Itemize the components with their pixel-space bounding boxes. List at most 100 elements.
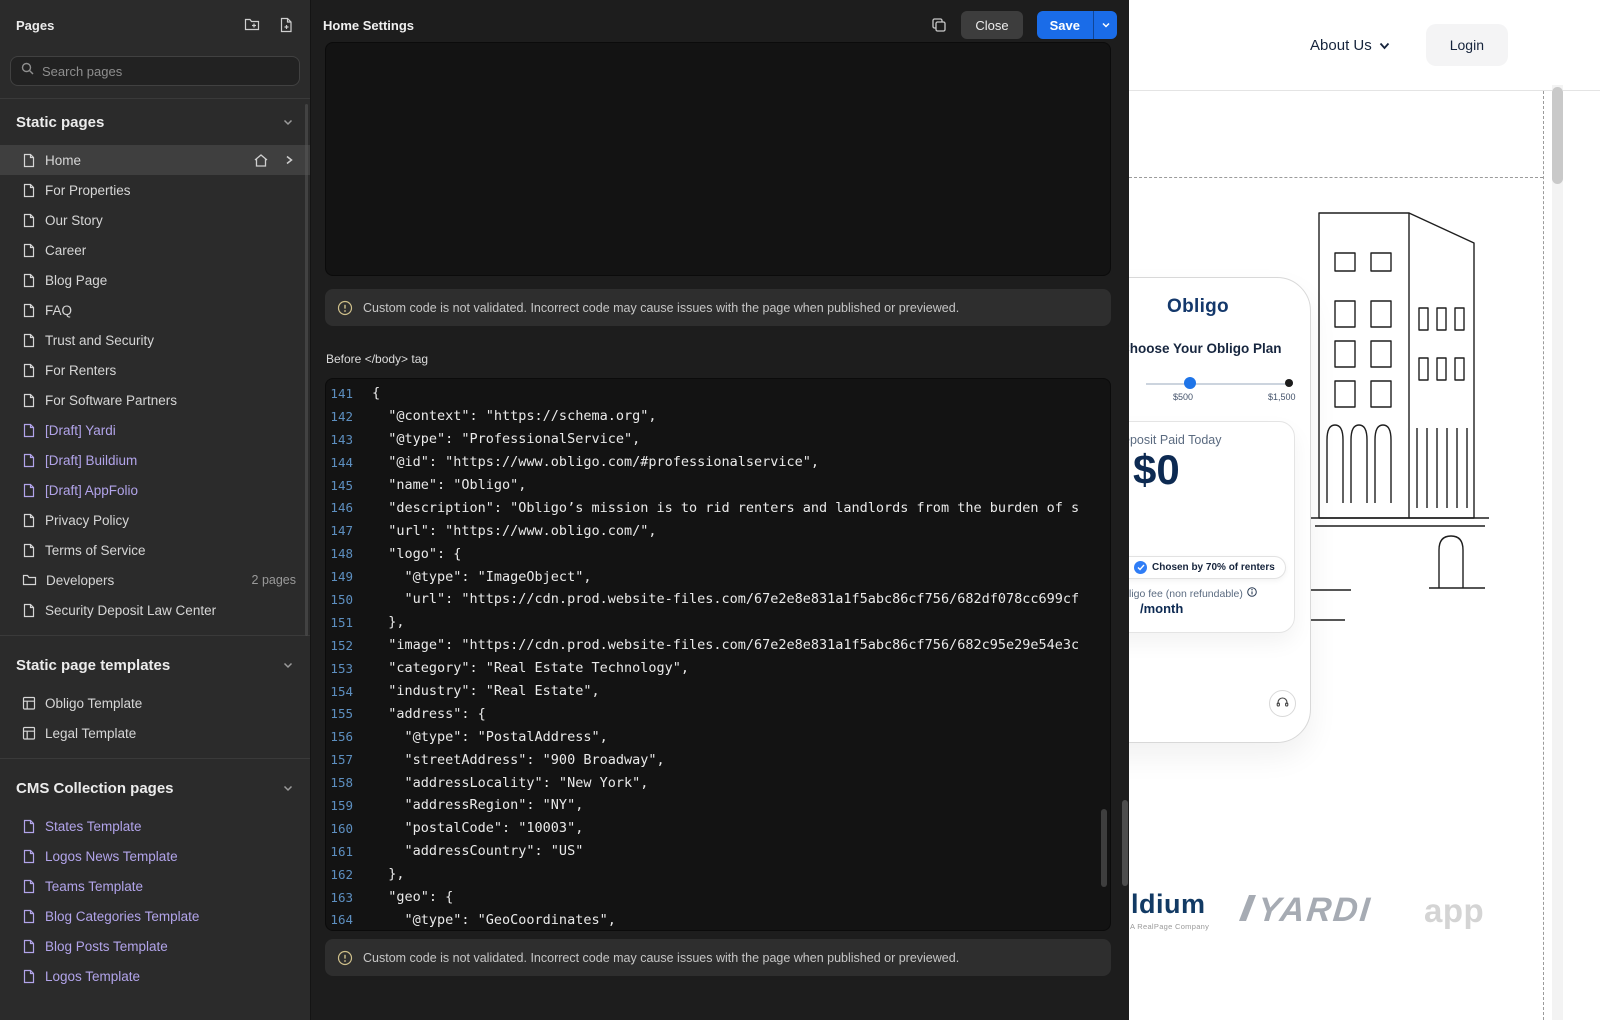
line-text: "url": "https://www.obligo.com/", bbox=[353, 523, 656, 539]
section-guide-vertical bbox=[1543, 91, 1544, 1020]
line-text: "@id": "https://www.obligo.com/#professi… bbox=[353, 454, 819, 470]
section-header-cms-collection-pages[interactable]: CMS Collection pages bbox=[0, 765, 310, 811]
sidebar-item-trust-and-security[interactable]: Trust and Security bbox=[0, 325, 310, 355]
sidebar-item-developers[interactable]: Developers2 pages bbox=[0, 565, 310, 595]
sidebar-item-faq[interactable]: FAQ bbox=[0, 295, 310, 325]
sidebar-item-states-template[interactable]: States Template bbox=[0, 811, 310, 841]
line-text: "@type": "ImageObject", bbox=[353, 569, 591, 585]
fee-line: Obligo fee (non refundable) bbox=[1129, 587, 1257, 600]
sidebar-item-blog-categories-template[interactable]: Blog Categories Template bbox=[0, 901, 310, 931]
sidebar-item-obligo-template[interactable]: Obligo Template bbox=[0, 688, 310, 718]
section-header-static-page-templates[interactable]: Static page templates bbox=[0, 642, 310, 688]
sidebar-item-for-properties[interactable]: For Properties bbox=[0, 175, 310, 205]
line-number: 146 bbox=[326, 500, 353, 515]
search-pages-box[interactable] bbox=[10, 56, 300, 86]
page-label: Trust and Security bbox=[45, 333, 154, 348]
plan-slider-handle[interactable] bbox=[1184, 377, 1196, 389]
home-settings-panel: Home Settings Close Save Custom code is bbox=[311, 0, 1129, 1020]
page-label: Our Story bbox=[45, 213, 103, 228]
sidebar-item-security-deposit-law-center[interactable]: Security Deposit Law Center bbox=[0, 595, 310, 625]
info-icon[interactable] bbox=[1247, 587, 1257, 600]
page-icon bbox=[22, 879, 36, 894]
sidebar-item-logos-news-template[interactable]: Logos News Template bbox=[0, 841, 310, 871]
building-illustration bbox=[1289, 198, 1509, 638]
yardi-slash-icon bbox=[1239, 895, 1256, 926]
page-icon bbox=[22, 213, 36, 228]
sidebar-item-teams-template[interactable]: Teams Template bbox=[0, 871, 310, 901]
line-number: 161 bbox=[326, 844, 353, 859]
new-folder-icon[interactable] bbox=[244, 17, 261, 33]
head-code-editor[interactable] bbox=[325, 42, 1111, 276]
line-text: "image": "https://cdn.prod.website-files… bbox=[353, 637, 1079, 653]
page-label: Blog Page bbox=[45, 273, 107, 288]
line-text: "industry": "Real Estate", bbox=[353, 683, 600, 699]
yardi-label: YARDI bbox=[1256, 891, 1373, 930]
sidebar-scrollbar[interactable] bbox=[305, 104, 308, 636]
page-label: Teams Template bbox=[45, 879, 143, 894]
line-text: }, bbox=[353, 866, 405, 882]
line-text: "logo": { bbox=[353, 546, 461, 562]
sidebar-item-for-renters[interactable]: For Renters bbox=[0, 355, 310, 385]
save-button-group: Save bbox=[1037, 11, 1117, 39]
page-label: Blog Posts Template bbox=[45, 939, 168, 954]
page-icon bbox=[22, 603, 36, 618]
line-number: 144 bbox=[326, 455, 353, 470]
editor-scrollbar[interactable] bbox=[1101, 809, 1107, 887]
plan-slider-track[interactable] bbox=[1146, 383, 1293, 385]
page-label: Logos Template bbox=[45, 969, 140, 984]
home-icon[interactable] bbox=[253, 153, 269, 168]
sidebar-item-blog-posts-template[interactable]: Blog Posts Template bbox=[0, 931, 310, 961]
line-number: 143 bbox=[326, 432, 353, 447]
page-label: Privacy Policy bbox=[45, 513, 129, 528]
body-code-editor[interactable]: 141{142 "@context": "https://schema.org"… bbox=[325, 378, 1111, 931]
support-button[interactable] bbox=[1269, 690, 1296, 717]
sidebar-item-terms-of-service[interactable]: Terms of Service bbox=[0, 535, 310, 565]
code-line: 151 }, bbox=[326, 611, 1110, 634]
sidebar-item-logos-template[interactable]: Logos Template bbox=[0, 961, 310, 991]
sidebar-item-blog-page[interactable]: Blog Page bbox=[0, 265, 310, 295]
login-button[interactable]: Login bbox=[1426, 24, 1508, 66]
page-icon bbox=[22, 273, 36, 288]
sidebar-item-draft-buildium[interactable]: [Draft] Buildium bbox=[0, 445, 310, 475]
code-line: 161 "addressCountry": "US" bbox=[326, 840, 1110, 863]
section-header-static-pages[interactable]: Static pages bbox=[0, 99, 310, 145]
code-line: 148 "logo": { bbox=[326, 542, 1110, 565]
search-pages-input[interactable] bbox=[42, 64, 289, 79]
line-text: "addressRegion": "NY", bbox=[353, 797, 583, 813]
line-number: 152 bbox=[326, 638, 353, 653]
code-line: 154 "industry": "Real Estate", bbox=[326, 680, 1110, 703]
code-line: 144 "@id": "https://www.obligo.com/#prof… bbox=[326, 451, 1110, 474]
line-text: "@context": "https://schema.org", bbox=[353, 408, 656, 424]
chevron-right-icon[interactable] bbox=[282, 153, 296, 167]
page-scrollbar-thumb[interactable] bbox=[1552, 87, 1563, 184]
code-line: 160 "postalCode": "10003", bbox=[326, 817, 1110, 840]
page-scrollbar-track[interactable] bbox=[1552, 85, 1563, 1020]
sidebar-item-legal-template[interactable]: Legal Template bbox=[0, 718, 310, 748]
close-button[interactable]: Close bbox=[961, 11, 1022, 39]
code-line: 142 "@context": "https://schema.org", bbox=[326, 405, 1110, 428]
slider-min-label: $500 bbox=[1173, 392, 1193, 402]
sidebar-item-career[interactable]: Career bbox=[0, 235, 310, 265]
pages-list: Static pagesHomeFor Properties Our Story C… bbox=[0, 98, 310, 1020]
sidebar-item-draft-yardi[interactable]: [Draft] Yardi bbox=[0, 415, 310, 445]
new-page-icon[interactable] bbox=[279, 17, 294, 33]
code-line: 146 "description": "Obligo’s mission is … bbox=[326, 496, 1110, 519]
page-icon bbox=[22, 393, 36, 408]
sidebar-item-privacy-policy[interactable]: Privacy Policy bbox=[0, 505, 310, 535]
panel-scrollbar[interactable] bbox=[1122, 800, 1128, 886]
page-label: [Draft] Yardi bbox=[45, 423, 116, 438]
save-button[interactable]: Save bbox=[1037, 11, 1093, 39]
template-icon bbox=[22, 726, 36, 741]
copy-icon[interactable] bbox=[931, 17, 947, 33]
sidebar-item-for-software-partners[interactable]: For Software Partners bbox=[0, 385, 310, 415]
page-icon bbox=[22, 543, 36, 558]
code-line: 147 "url": "https://www.obligo.com/", bbox=[326, 519, 1110, 542]
save-dropdown-button[interactable] bbox=[1093, 11, 1117, 39]
sidebar-item-draft-appfolio[interactable]: [Draft] AppFolio bbox=[0, 475, 310, 505]
line-text: { bbox=[353, 385, 380, 401]
sidebar-item-home[interactable]: Home bbox=[0, 145, 310, 175]
line-number: 153 bbox=[326, 661, 353, 676]
sidebar-item-our-story[interactable]: Our Story bbox=[0, 205, 310, 235]
page-icon bbox=[22, 183, 36, 198]
about-us-menu[interactable]: About Us bbox=[1310, 37, 1390, 54]
